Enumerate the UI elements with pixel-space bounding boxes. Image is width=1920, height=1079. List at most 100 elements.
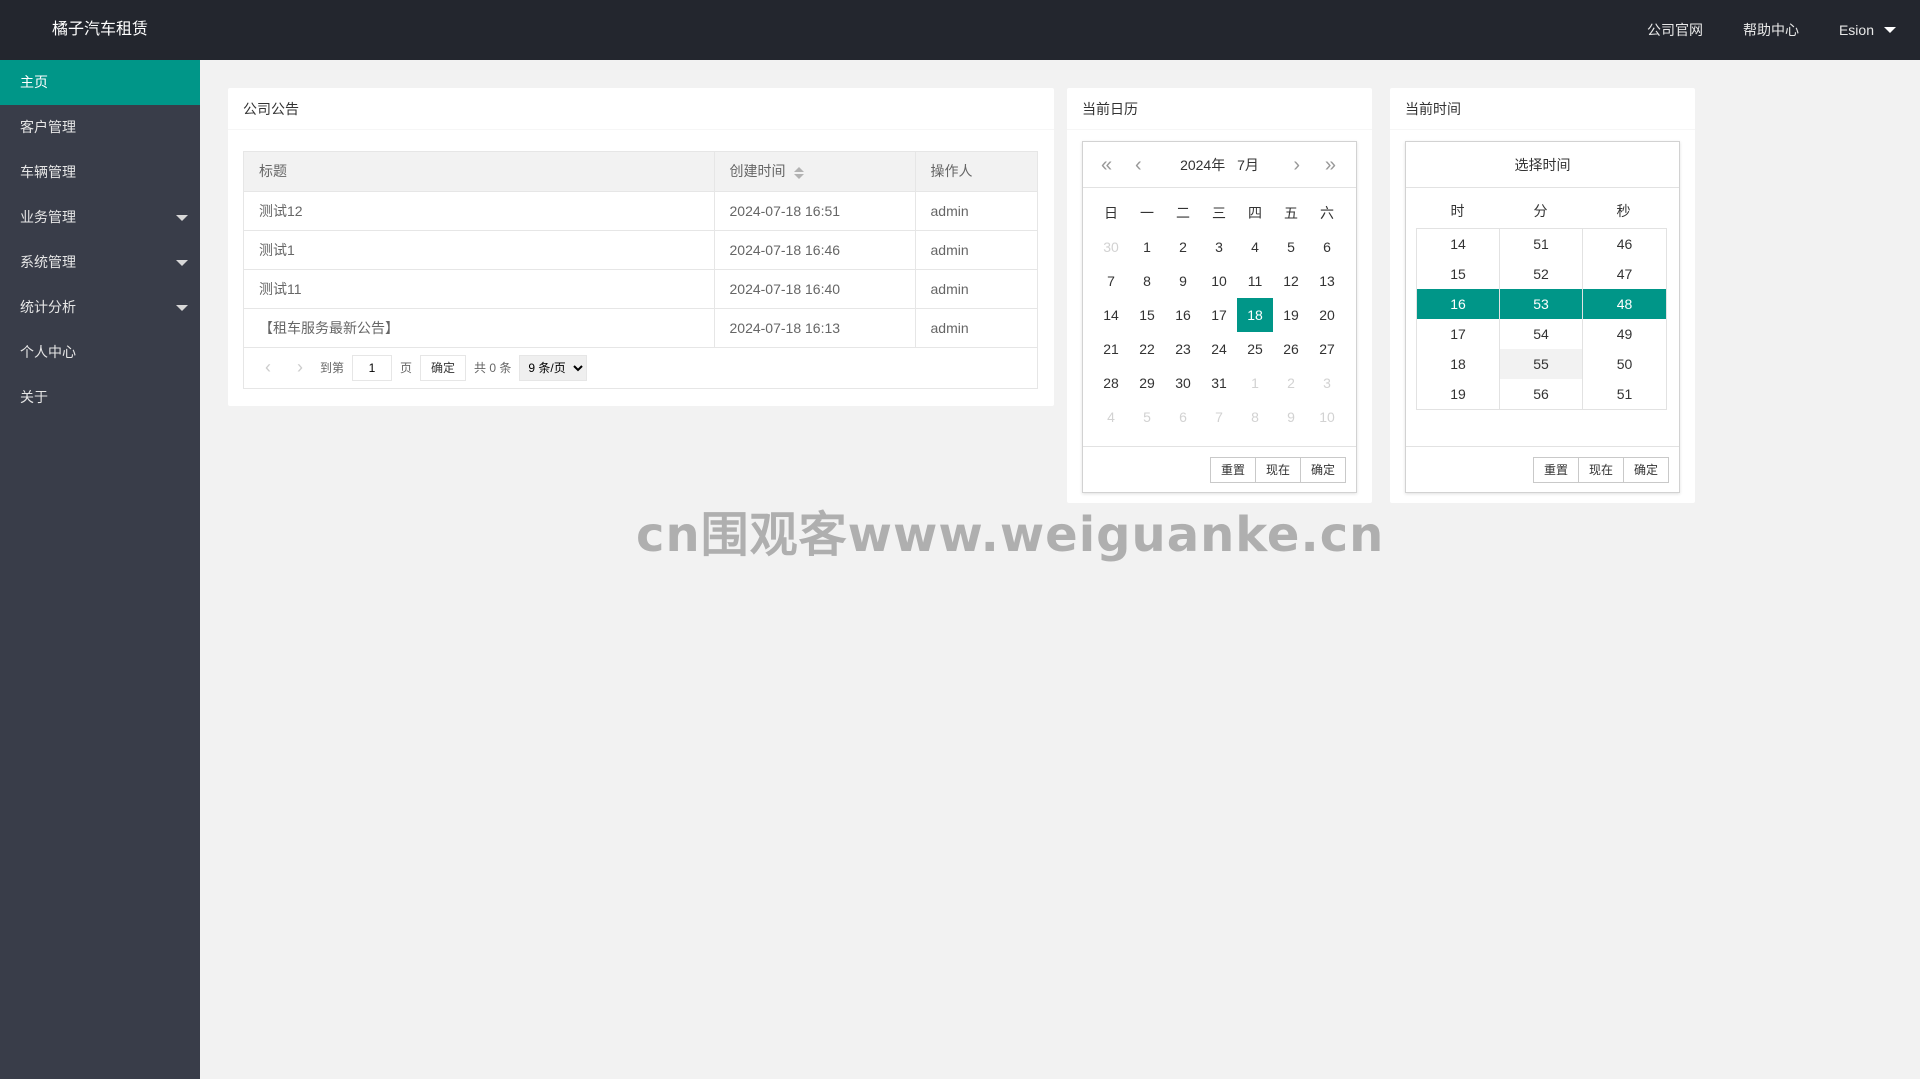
day-cell[interactable]: 7 [1201,400,1237,434]
day-cell[interactable]: 6 [1309,230,1345,264]
day-cell[interactable]: 29 [1129,366,1165,400]
confirm-button[interactable]: 确定 [1622,457,1669,483]
minute-option[interactable]: 52 [1500,259,1582,289]
hour-list[interactable]: 14 15 16 17 18 19 [1417,229,1500,409]
day-cell[interactable]: 2 [1273,366,1309,400]
day-cell[interactable]: 31 [1201,366,1237,400]
day-cell[interactable]: 1 [1129,230,1165,264]
hour-option[interactable]: 19 [1417,379,1499,409]
goto-confirm-button[interactable]: 确定 [420,354,467,381]
minute-option[interactable]: 51 [1500,229,1582,259]
day-cell[interactable]: 6 [1165,400,1201,434]
day-cell[interactable]: 5 [1129,400,1165,434]
day-cell[interactable]: 25 [1237,332,1273,366]
day-cell[interactable]: 3 [1201,230,1237,264]
second-option[interactable]: 49 [1583,319,1666,349]
prev-month-icon[interactable]: ‹ [1135,142,1142,188]
next-year-icon[interactable]: » [1325,142,1336,188]
sidebar-item[interactable]: 主页 [0,60,200,105]
day-cell[interactable]: 21 [1093,332,1129,366]
hour-option[interactable]: 15 [1417,259,1499,289]
sidebar-item[interactable]: 统计分析 [0,285,200,330]
next-month-icon[interactable]: › [1293,142,1300,188]
day-cell[interactable]: 10 [1309,400,1345,434]
minute-list[interactable]: 51 52 53 54 55 56 [1500,229,1583,409]
day-cell[interactable]: 5 [1273,230,1309,264]
day-cell[interactable]: 9 [1165,264,1201,298]
day-cell[interactable]: 14 [1093,298,1129,332]
day-cell[interactable]: 17 [1201,298,1237,332]
day-cell[interactable]: 30 [1093,230,1129,264]
day-cell[interactable]: 11 [1237,264,1273,298]
reset-button[interactable]: 重置 [1532,457,1579,483]
month-label[interactable]: 7月 [1237,157,1259,173]
day-cell[interactable]: 7 [1093,264,1129,298]
prev-year-icon[interactable]: « [1101,142,1112,188]
minute-option[interactable]: 54 [1500,319,1582,349]
sidebar-item[interactable]: 业务管理 [0,195,200,240]
table-row[interactable]: 测试1 2024-07-18 16:46 admin [244,230,1037,270]
year-label[interactable]: 2024年 [1180,157,1225,173]
confirm-button[interactable]: 确定 [1299,457,1346,483]
day-cell[interactable]: 24 [1201,332,1237,366]
now-button[interactable]: 现在 [1254,457,1301,483]
nav-help-center-link[interactable]: 帮助中心 [1723,0,1819,60]
total-count-label: 共 0 条 [474,361,512,375]
nav-company-site-link[interactable]: 公司官网 [1627,0,1723,60]
hour-option[interactable]: 17 [1417,319,1499,349]
day-cell[interactable]: 8 [1237,400,1273,434]
second-option[interactable]: 46 [1583,229,1666,259]
next-page-icon[interactable]: › [288,357,312,378]
sort-icon[interactable] [793,166,804,179]
sidebar-item[interactable]: 关于 [0,375,200,420]
day-cell[interactable]: 12 [1273,264,1309,298]
second-option[interactable]: 48 [1583,289,1666,319]
user-menu[interactable]: Esion [1819,0,1920,60]
day-cell[interactable]: 23 [1165,332,1201,366]
day-cell[interactable]: 22 [1129,332,1165,366]
day-cell[interactable]: 28 [1093,366,1129,400]
second-list[interactable]: 46 47 48 49 50 51 [1583,229,1666,409]
sidebar-item[interactable]: 车辆管理 [0,150,200,195]
weekday-label: 一 [1140,205,1154,221]
minute-option[interactable]: 55 [1500,349,1582,379]
day-cell[interactable]: 10 [1201,264,1237,298]
hour-option[interactable]: 18 [1417,349,1499,379]
table-row[interactable]: 测试11 2024-07-18 16:40 admin [244,269,1037,309]
second-option[interactable]: 51 [1583,379,1666,409]
minute-option[interactable]: 53 [1500,289,1582,319]
day-cell[interactable]: 27 [1309,332,1345,366]
day-cell[interactable]: 16 [1165,298,1201,332]
day-cell[interactable]: 9 [1273,400,1309,434]
reset-button[interactable]: 重置 [1209,457,1256,483]
now-button[interactable]: 现在 [1577,457,1624,483]
hour-option[interactable]: 14 [1417,229,1499,259]
app-logo-title[interactable]: 橘子汽车租赁 [52,0,148,60]
page-number-input[interactable] [352,354,393,381]
day-cell[interactable]: 13 [1309,264,1345,298]
table-row[interactable]: 【租车服务最新公告】 2024-07-18 16:13 admin [244,308,1037,348]
day-cell[interactable]: 26 [1273,332,1309,366]
page-size-select[interactable]: 9 条/页 [519,354,588,381]
table-row[interactable]: 测试12 2024-07-18 16:51 admin [244,191,1037,231]
day-cell[interactable]: 1 [1237,366,1273,400]
second-option[interactable]: 47 [1583,259,1666,289]
second-option[interactable]: 50 [1583,349,1666,379]
day-cell[interactable]: 4 [1093,400,1129,434]
sidebar-item[interactable]: 系统管理 [0,240,200,285]
day-cell[interactable]: 19 [1273,298,1309,332]
minute-option[interactable]: 56 [1500,379,1582,409]
sidebar-item[interactable]: 个人中心 [0,330,200,375]
sidebar-item[interactable]: 客户管理 [0,105,200,150]
day-cell-selected[interactable]: 18 [1237,298,1273,332]
hour-option[interactable]: 16 [1417,289,1499,319]
day-cell[interactable]: 2 [1165,230,1201,264]
day-cell[interactable]: 3 [1309,366,1345,400]
column-header-created-time[interactable]: 创建时间 [714,152,916,192]
prev-page-icon[interactable]: ‹ [256,357,280,378]
day-cell[interactable]: 8 [1129,264,1165,298]
day-cell[interactable]: 20 [1309,298,1345,332]
day-cell[interactable]: 15 [1129,298,1165,332]
day-cell[interactable]: 30 [1165,366,1201,400]
day-cell[interactable]: 4 [1237,230,1273,264]
